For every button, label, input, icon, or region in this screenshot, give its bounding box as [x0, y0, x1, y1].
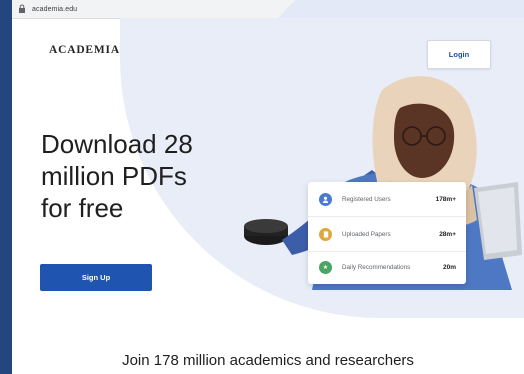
stat-value: 28m+ — [439, 230, 456, 238]
stat-value: 178m+ — [435, 195, 456, 203]
user-icon — [319, 192, 332, 206]
stat-value: 20m — [442, 263, 456, 271]
stat-label: Registered Users — [342, 195, 391, 203]
stat-row-uploaded-papers: Uploaded Papers 28m+ — [308, 216, 466, 252]
stat-row-daily-recommendations: ★ Daily Recommendations 20m — [308, 250, 466, 284]
url-text[interactable]: academia.edu — [32, 6, 77, 13]
login-button[interactable]: Login — [427, 40, 491, 69]
stat-label: Uploaded Papers — [342, 230, 391, 238]
stat-label: Daily Recommendations — [342, 263, 411, 271]
lock-icon — [19, 4, 25, 13]
signup-button[interactable]: Sign Up — [40, 264, 152, 291]
stat-row-registered-users: Registered Users 178m+ — [308, 182, 466, 216]
stats-card: Registered Users 178m+ Uploaded Papers 2… — [308, 182, 466, 284]
mug-image — [244, 219, 288, 245]
star-icon: ★ — [319, 260, 332, 274]
join-tagline: Join 178 million academics and researche… — [122, 352, 414, 369]
paper-icon — [319, 227, 332, 241]
browser-window: academia.edu ⇪ ☆ ð ⋮ ACADEMIA Login Down… — [12, 0, 524, 374]
academia-logo[interactable]: ACADEMIA — [49, 44, 120, 56]
